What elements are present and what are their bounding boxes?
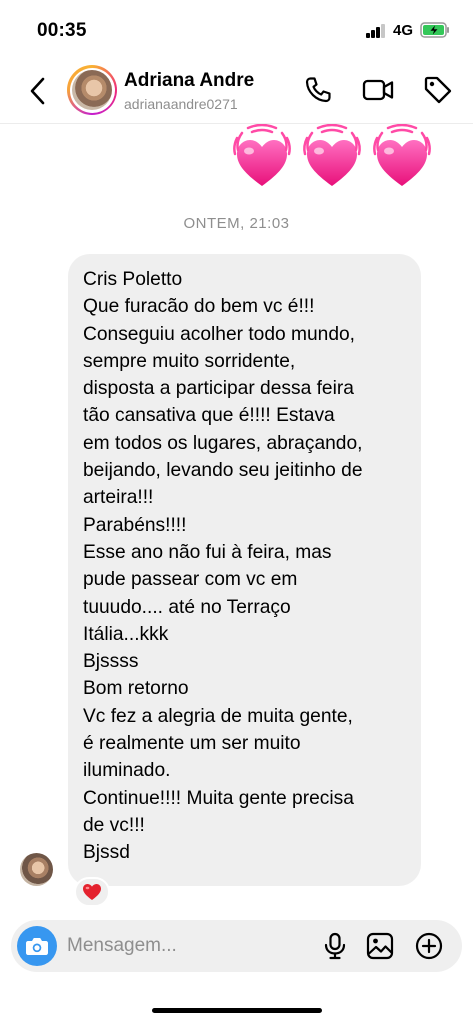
camera-button[interactable]: [17, 926, 57, 966]
network-type: 4G: [393, 22, 414, 39]
message-line: Bom retorno: [83, 678, 189, 700]
message-line: Cris Poletto: [83, 269, 183, 290]
message-input[interactable]: [67, 934, 307, 958]
message-line: Vc fez a alegria de muita gente,: [83, 705, 353, 727]
message-line: iluminado.: [83, 760, 171, 782]
battery-charging-icon: [420, 22, 449, 38]
message-line: Bjssd: [83, 842, 130, 864]
message-line: Itália...kkk: [83, 623, 169, 645]
message-reaction[interactable]: [74, 877, 110, 907]
phone-icon[interactable]: [302, 74, 334, 106]
camera-icon: [26, 938, 48, 955]
message-composer: [11, 920, 462, 972]
message-line: Parabéns!!!!: [83, 514, 187, 536]
message-line: tuuudo.... até no Terraço: [83, 596, 291, 618]
message-line: tão cansativa que é!!!! Estava: [83, 405, 335, 427]
message-line: Continue!!!! Muita gente precisa: [83, 787, 354, 809]
red-heart-icon: [83, 884, 101, 900]
beating-heart-emoji-icon: [233, 124, 291, 186]
message-line: disposta a participar dessa feira: [83, 378, 354, 400]
beating-heart-emoji-icon: [303, 124, 361, 186]
message-line: pude passear com vc em: [83, 569, 298, 591]
video-camera-icon[interactable]: [362, 74, 394, 106]
gallery-icon[interactable]: [366, 932, 394, 960]
contact-username[interactable]: adrianaandre0271: [124, 96, 238, 112]
home-indicator[interactable]: [152, 1008, 322, 1013]
message-line: é realmente um ser muito: [83, 733, 301, 755]
message-line: sempre muito sorridente,: [83, 350, 296, 372]
contact-name[interactable]: Adriana Andre: [124, 70, 254, 92]
add-circle-icon[interactable]: [415, 932, 443, 960]
message-line: arteira!!!: [83, 487, 154, 509]
message-line: de vc!!!: [83, 814, 145, 836]
tag-icon[interactable]: [422, 74, 454, 106]
chat-header: Adriana Andre adrianaandre0271: [0, 58, 473, 124]
message-line: em todos os lugares, abraçando,: [83, 432, 363, 454]
back-chevron-icon[interactable]: [24, 74, 54, 108]
microphone-icon[interactable]: [321, 932, 349, 960]
beating-heart-emoji-icon: [373, 124, 431, 186]
message-timestamp: ONTEM, 21:03: [183, 215, 290, 232]
status-time: 00:35: [37, 20, 87, 41]
message-line: Que furacão do bem vc é!!!: [83, 296, 315, 318]
message-line: Conseguiu acolher todo mundo,: [83, 323, 356, 345]
message-line: Bjssss: [83, 651, 139, 673]
message-line: beijando, levando seu jeitinho de: [83, 460, 363, 482]
status-bar: 00:35 4G: [0, 0, 473, 58]
contact-avatar[interactable]: [67, 65, 117, 115]
sent-hearts-message[interactable]: [231, 124, 433, 190]
received-message-bubble[interactable]: Cris Poletto Que furacão do bem vc é!!! …: [68, 254, 421, 886]
sender-avatar[interactable]: [20, 853, 53, 886]
signal-strength-icon: [366, 24, 386, 38]
message-line: Esse ano não fui à feira, mas: [83, 541, 332, 563]
